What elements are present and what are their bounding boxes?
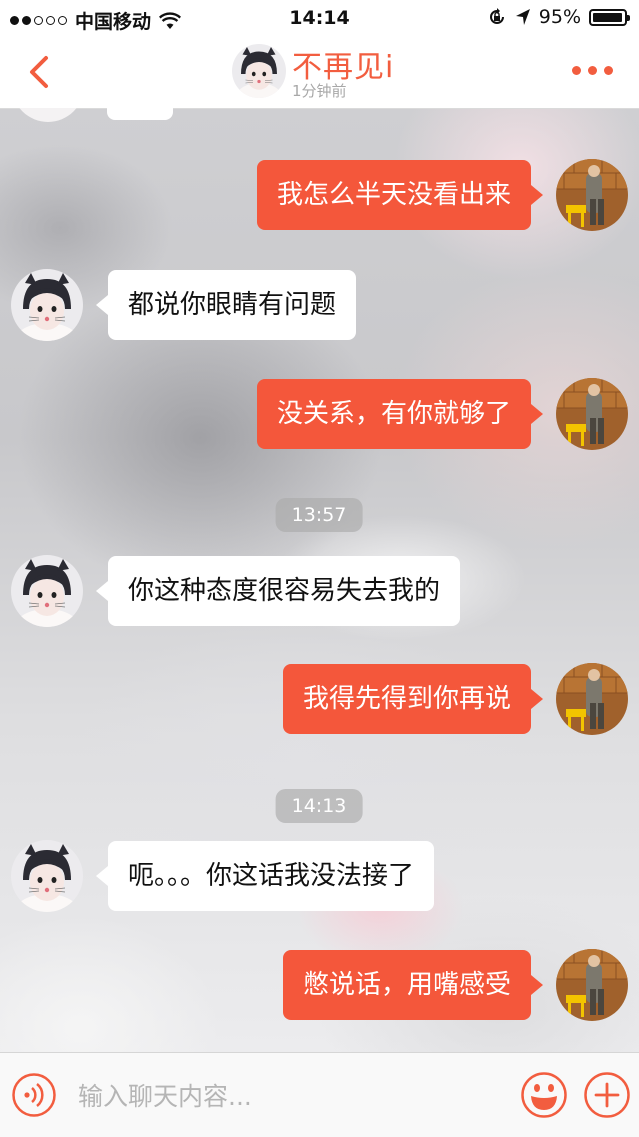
more-dots-icon bbox=[572, 66, 581, 75]
contact-avatar[interactable] bbox=[11, 840, 83, 912]
battery-level bbox=[593, 12, 622, 22]
location-arrow-icon bbox=[515, 9, 530, 25]
outgoing-message-bubble[interactable]: 我得先得到你再说 bbox=[282, 664, 544, 734]
chevron-left-icon bbox=[30, 56, 48, 88]
outgoing-message-bubble[interactable]: 憋说话，用嘴感受 bbox=[282, 950, 544, 1020]
more-options-button[interactable] bbox=[568, 60, 617, 81]
more-actions-button[interactable] bbox=[583, 1071, 631, 1119]
contact-avatar[interactable] bbox=[11, 555, 83, 627]
my-avatar[interactable] bbox=[556, 663, 628, 735]
contact-avatar[interactable] bbox=[11, 269, 83, 341]
message-bubble-partial bbox=[107, 108, 173, 120]
status-right: 95% bbox=[487, 6, 630, 28]
emoji-button[interactable] bbox=[520, 1071, 568, 1119]
chat-timestamp: 13:57 bbox=[275, 498, 363, 532]
back-button[interactable] bbox=[22, 50, 62, 94]
battery-percent: 95% bbox=[538, 6, 581, 28]
status-bar: 中国移动 14:14 95% bbox=[0, 0, 639, 36]
my-avatar[interactable] bbox=[556, 159, 628, 231]
chat-header: 不再见i 1分钟前 bbox=[0, 36, 639, 109]
outgoing-message-bubble[interactable]: 没关系，有你就够了 bbox=[256, 379, 544, 449]
my-avatar[interactable] bbox=[556, 378, 628, 450]
rotation-lock-icon bbox=[489, 8, 504, 24]
message-list[interactable]: 我怎么半天没看出来都说你眼睛有问题没关系，有你就够了 13:57 你这种态度很容易失… bbox=[0, 108, 639, 1052]
contact-avatar-partial bbox=[12, 108, 84, 122]
last-seen-status: 1分钟前 bbox=[292, 82, 347, 100]
smiley-face-icon bbox=[531, 1084, 557, 1110]
incoming-message-bubble[interactable]: 都说你眼睛有问题 bbox=[95, 270, 357, 340]
my-avatar[interactable] bbox=[556, 949, 628, 1021]
chat-timestamp: 14:13 bbox=[275, 789, 363, 823]
battery-icon bbox=[589, 8, 630, 26]
message-input-bar bbox=[0, 1052, 639, 1137]
voice-input-button[interactable] bbox=[12, 1073, 56, 1117]
contact-avatar[interactable] bbox=[232, 44, 286, 98]
message-input[interactable] bbox=[76, 1067, 500, 1125]
outgoing-message-bubble[interactable]: 我怎么半天没看出来 bbox=[256, 160, 544, 230]
incoming-message-bubble[interactable]: 呃。。。你这话我没法接了 bbox=[95, 841, 435, 911]
plus-icon bbox=[594, 1082, 620, 1108]
incoming-message-bubble[interactable]: 你这种态度很容易失去我的 bbox=[95, 556, 461, 626]
voice-waves-icon bbox=[24, 1083, 44, 1107]
